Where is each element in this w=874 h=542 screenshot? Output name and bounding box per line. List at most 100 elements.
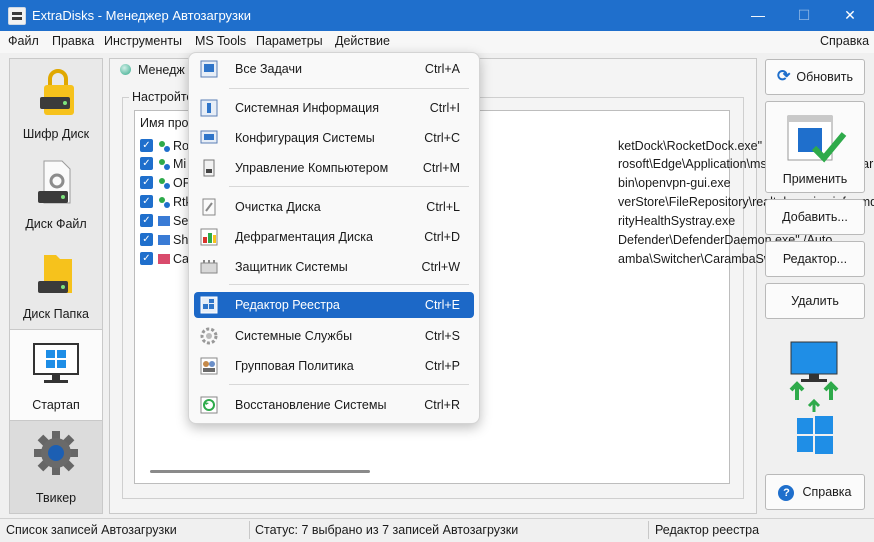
tab-startup-manager[interactable]: Менедж (138, 63, 185, 77)
all-tasks-icon (200, 60, 218, 78)
menu-item-shortcut: Ctrl+D (424, 230, 460, 244)
menu-item-label: Все Задачи (235, 62, 302, 76)
computer-management-icon (203, 159, 215, 177)
status-divider (249, 521, 250, 539)
editor-button[interactable]: Редактор... (765, 241, 865, 277)
menu-item-computer-management[interactable]: Управление Компьютером Ctrl+M (194, 155, 474, 181)
checkbox[interactable]: ✓ (140, 233, 153, 246)
sidebar-item-encrypt-disk[interactable]: Шифр Диск (10, 59, 102, 149)
menu-item-shortcut: Ctrl+A (424, 62, 460, 76)
entry-command: ketDock\RocketDock.exe" (618, 139, 763, 153)
delete-button[interactable]: Удалить (765, 283, 865, 319)
menu-separator (229, 384, 469, 385)
system-config-icon (200, 130, 218, 144)
minimize-button[interactable]: — (738, 4, 778, 26)
disk-cleanup-icon (202, 198, 216, 216)
services-gear-icon (200, 327, 218, 345)
menu-file[interactable]: Файл (8, 34, 39, 48)
horizontal-scrollbar[interactable] (150, 470, 370, 473)
checkbox[interactable]: ✓ (140, 176, 153, 189)
sidebar-item-label: Диск Файл (25, 217, 87, 231)
menu-item-shortcut: Ctrl+W (421, 260, 460, 274)
menu-item-system-info[interactable]: Системная Информация Ctrl+I (194, 95, 474, 121)
checkbox[interactable]: ✓ (140, 252, 153, 265)
menu-item-label: Восстановление Системы (235, 398, 387, 412)
monitor-upload-windows-icon (789, 341, 839, 454)
status-left: Список записей Автозагрузки (6, 523, 177, 537)
menu-edit[interactable]: Правка (52, 34, 94, 48)
close-button[interactable]: ✕ (830, 4, 870, 26)
sidebar-item-startup[interactable]: Стартап (10, 329, 102, 421)
menu-item-registry-editor[interactable]: Редактор Реестра Ctrl+E (194, 292, 474, 318)
menu-separator (229, 88, 469, 89)
system-restore-icon (200, 396, 218, 414)
app-icon (8, 7, 26, 25)
menu-item-shortcut: Ctrl+C (424, 131, 460, 145)
menu-tools[interactable]: Инструменты (104, 34, 182, 48)
menu-item-shortcut: Ctrl+S (424, 329, 460, 343)
folder-drive-icon (38, 255, 72, 293)
sidebar-item-tweaker[interactable]: Твикер (10, 421, 102, 513)
menu-help[interactable]: Справка (820, 34, 869, 48)
help-label: Справка (802, 485, 852, 499)
checkbox[interactable]: ✓ (140, 214, 153, 227)
status-right: Редактор реестра (655, 523, 760, 537)
lock-drive-icon (40, 69, 74, 115)
apply-button[interactable]: Применить (765, 101, 865, 193)
menu-item-label: Очистка Диска (235, 200, 321, 214)
group-label: Настройте (129, 90, 197, 104)
menu-item-label: Конфигурация Системы (235, 131, 375, 145)
startup-entry-icon (158, 254, 170, 264)
sidebar-item-file-disk[interactable]: Диск Файл (10, 149, 102, 239)
column-header-name[interactable]: Имя про (140, 116, 189, 130)
maximize-button[interactable]: ☐ (784, 4, 824, 26)
menu-item-label: Групповая Политика (235, 359, 354, 373)
menu-item-system-restore[interactable]: Восстановление Системы Ctrl+R (194, 392, 474, 418)
sidebar-item-folder-disk[interactable]: Диск Папка (10, 239, 102, 329)
menu-item-all-tasks[interactable]: Все Задачи Ctrl+A (194, 56, 474, 82)
apply-check-icon (787, 115, 847, 163)
menu-item-label: Защитник Системы (235, 260, 348, 274)
help-button[interactable]: ? Справка (765, 474, 865, 510)
sidebar-item-label: Диск Папка (22, 307, 90, 321)
entry-name: Ro (173, 139, 189, 153)
menu-item-system-services[interactable]: Системные Службы Ctrl+S (194, 323, 474, 349)
status-divider (648, 521, 649, 539)
menu-item-shortcut: Ctrl+I (429, 101, 460, 115)
menu-ms-tools[interactable]: MS Tools (195, 34, 246, 48)
menu-item-shortcut: Ctrl+R (424, 398, 460, 412)
menu-separator (229, 186, 469, 187)
entry-command: bin\openvpn-gui.exe (618, 176, 731, 190)
status-dot-icon (120, 64, 131, 75)
registry-editor-icon (200, 296, 218, 314)
menu-item-disk-cleanup[interactable]: Очистка Диска Ctrl+L (194, 194, 474, 220)
checkbox[interactable]: ✓ (140, 195, 153, 208)
file-drive-icon (38, 160, 71, 204)
menu-item-label: Управление Компьютером (235, 161, 389, 175)
sidebar-item-label: Шифр Диск (22, 127, 90, 141)
refresh-button[interactable]: ⟳ Обновить (765, 59, 865, 95)
add-button[interactable]: Добавить... (765, 199, 865, 235)
menu-item-label: Системные Службы (235, 329, 353, 343)
menu-item-label: Системная Информация (235, 101, 380, 115)
apply-label: Применить (782, 172, 848, 186)
checkbox[interactable]: ✓ (140, 139, 153, 152)
system-protection-icon (200, 260, 218, 274)
startup-entry-icon (158, 216, 170, 226)
refresh-icon: ⟳ (776, 68, 791, 85)
menu-item-group-policy[interactable]: Групповая Политика Ctrl+P (194, 353, 474, 379)
ms-tools-menu: Все Задачи Ctrl+A Системная Информация Ctr… (188, 52, 480, 424)
gear-icon (34, 431, 78, 475)
title-bar: ExtraDisks - Менеджер Автозагрузки — ☐ ✕ (0, 0, 874, 31)
startup-entry-icon (159, 159, 170, 170)
menu-parameters[interactable]: Параметры (256, 34, 323, 48)
menu-item-defrag[interactable]: Дефрагментация Диска Ctrl+D (194, 224, 474, 250)
startup-entry-icon (158, 235, 170, 245)
menu-item-shortcut: Ctrl+P (424, 359, 460, 373)
menu-item-system-protection[interactable]: Защитник Системы Ctrl+W (194, 254, 474, 280)
help-icon: ? (778, 485, 795, 501)
menu-item-label: Дефрагментация Диска (235, 230, 373, 244)
checkbox[interactable]: ✓ (140, 157, 153, 170)
menu-item-system-config[interactable]: Конфигурация Системы Ctrl+C (194, 125, 474, 151)
menu-action[interactable]: Действие (335, 34, 390, 48)
